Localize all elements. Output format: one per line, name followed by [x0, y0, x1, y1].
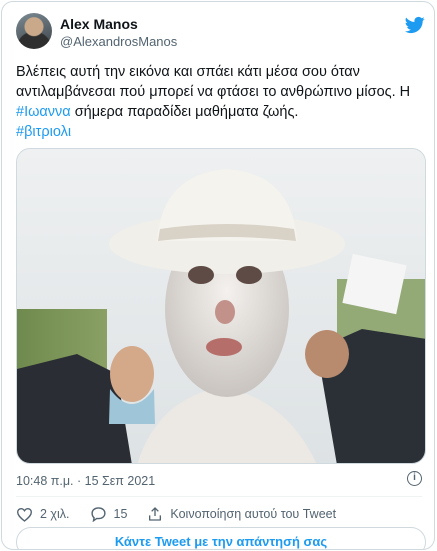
tweet-card: Alex Manos @AlexandrosManos Βλέπεις αυτή…	[1, 1, 435, 550]
divider	[16, 496, 422, 497]
avatar[interactable]	[16, 13, 52, 49]
info-icon[interactable]: i	[407, 471, 422, 486]
reply-action[interactable]: 15	[90, 506, 128, 522]
tweet-timestamp[interactable]: 10:48 π.μ. · 15 Σεπ 2021	[16, 474, 155, 488]
hashtag-ioanna[interactable]: #Ιωαννα	[16, 104, 71, 120]
tweet-text: Βλέπεις αυτή την εικόνα και σπάει κάτι μ…	[16, 62, 424, 142]
author-handle[interactable]: @AlexandrosManos	[60, 34, 177, 49]
tweet-photo[interactable]	[16, 148, 426, 464]
like-button[interactable]: 2 χιλ.	[16, 507, 70, 522]
photo-illustration	[17, 149, 425, 463]
like-count: 2 χιλ.	[40, 507, 70, 521]
author-name[interactable]: Alex Manos	[60, 16, 138, 32]
reply-bubble-icon	[90, 507, 106, 522]
action-bar: 2 χιλ. 15 Κοινοποίηση αυτού του Tweet	[16, 504, 356, 524]
tweet-text-part2: σήμερα παραδίδει μαθήματα ζωής.	[70, 104, 299, 120]
share-button[interactable]: Κοινοποίηση αυτού του Tweet	[147, 506, 336, 522]
tweet-header: Alex Manos @AlexandrosManos	[16, 13, 426, 53]
tweet-text-part1: Βλέπεις αυτή την εικόνα και σπάει κάτι μ…	[16, 64, 411, 100]
reply-button[interactable]: Κάντε Tweet με την απάντησή σας	[16, 527, 426, 549]
heart-icon	[16, 507, 33, 522]
share-label: Κοινοποίηση αυτού του Tweet	[170, 507, 337, 521]
twitter-bird-icon[interactable]	[404, 15, 426, 35]
hashtag-vitrioli[interactable]: #βιτριολι	[16, 124, 71, 140]
share-icon	[149, 507, 162, 521]
reply-count: 15	[113, 507, 128, 521]
